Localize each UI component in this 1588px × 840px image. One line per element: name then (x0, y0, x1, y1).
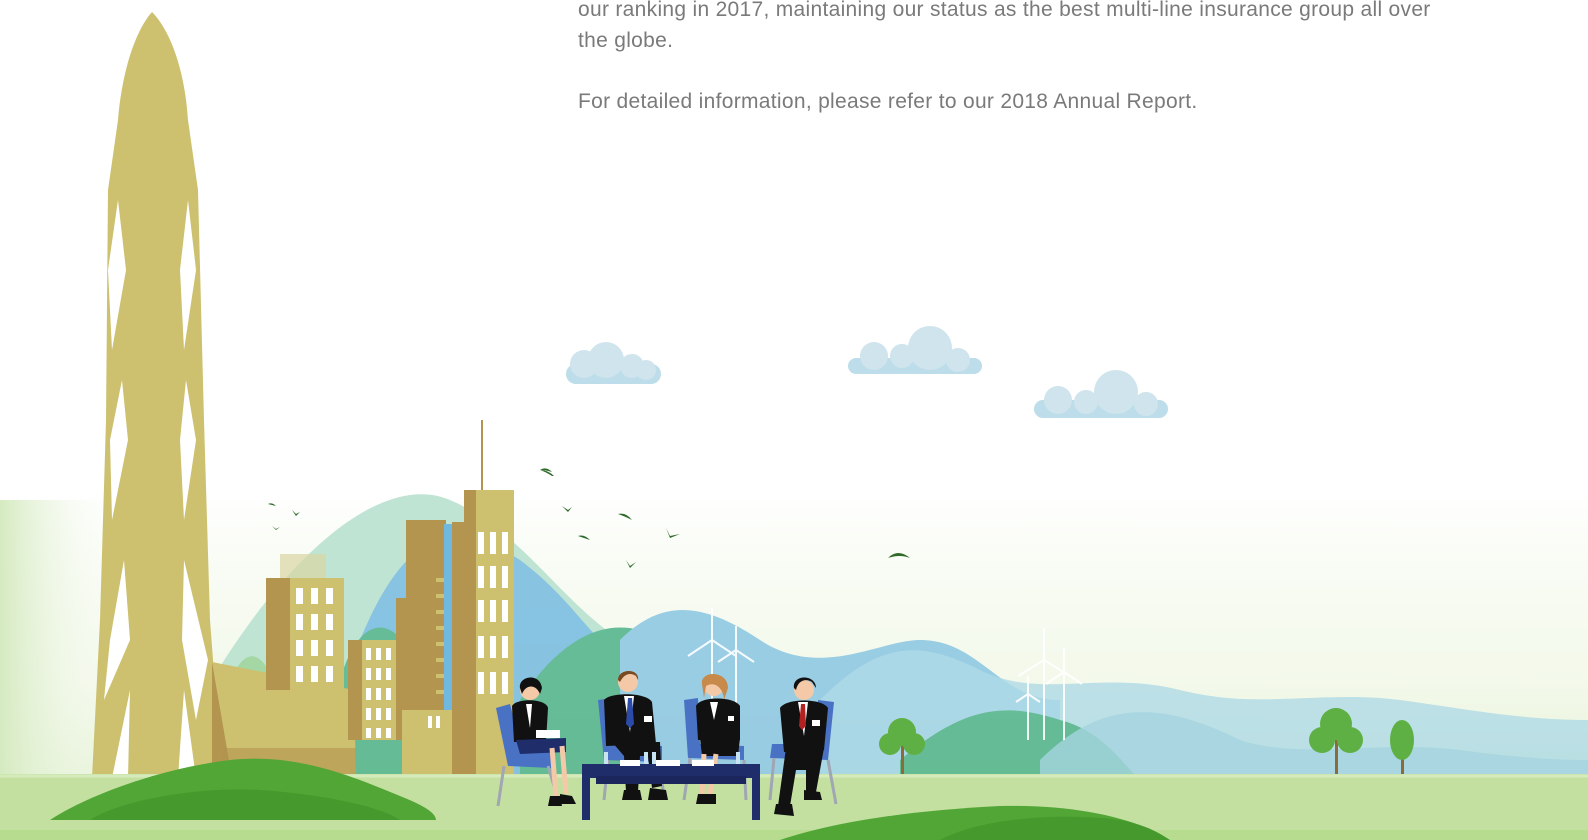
cloud-icon (1034, 370, 1168, 418)
landmark-tower (92, 12, 222, 778)
city-illustration (0, 12, 1588, 840)
cloud-icon (848, 326, 982, 374)
cloud-icon (566, 342, 661, 384)
